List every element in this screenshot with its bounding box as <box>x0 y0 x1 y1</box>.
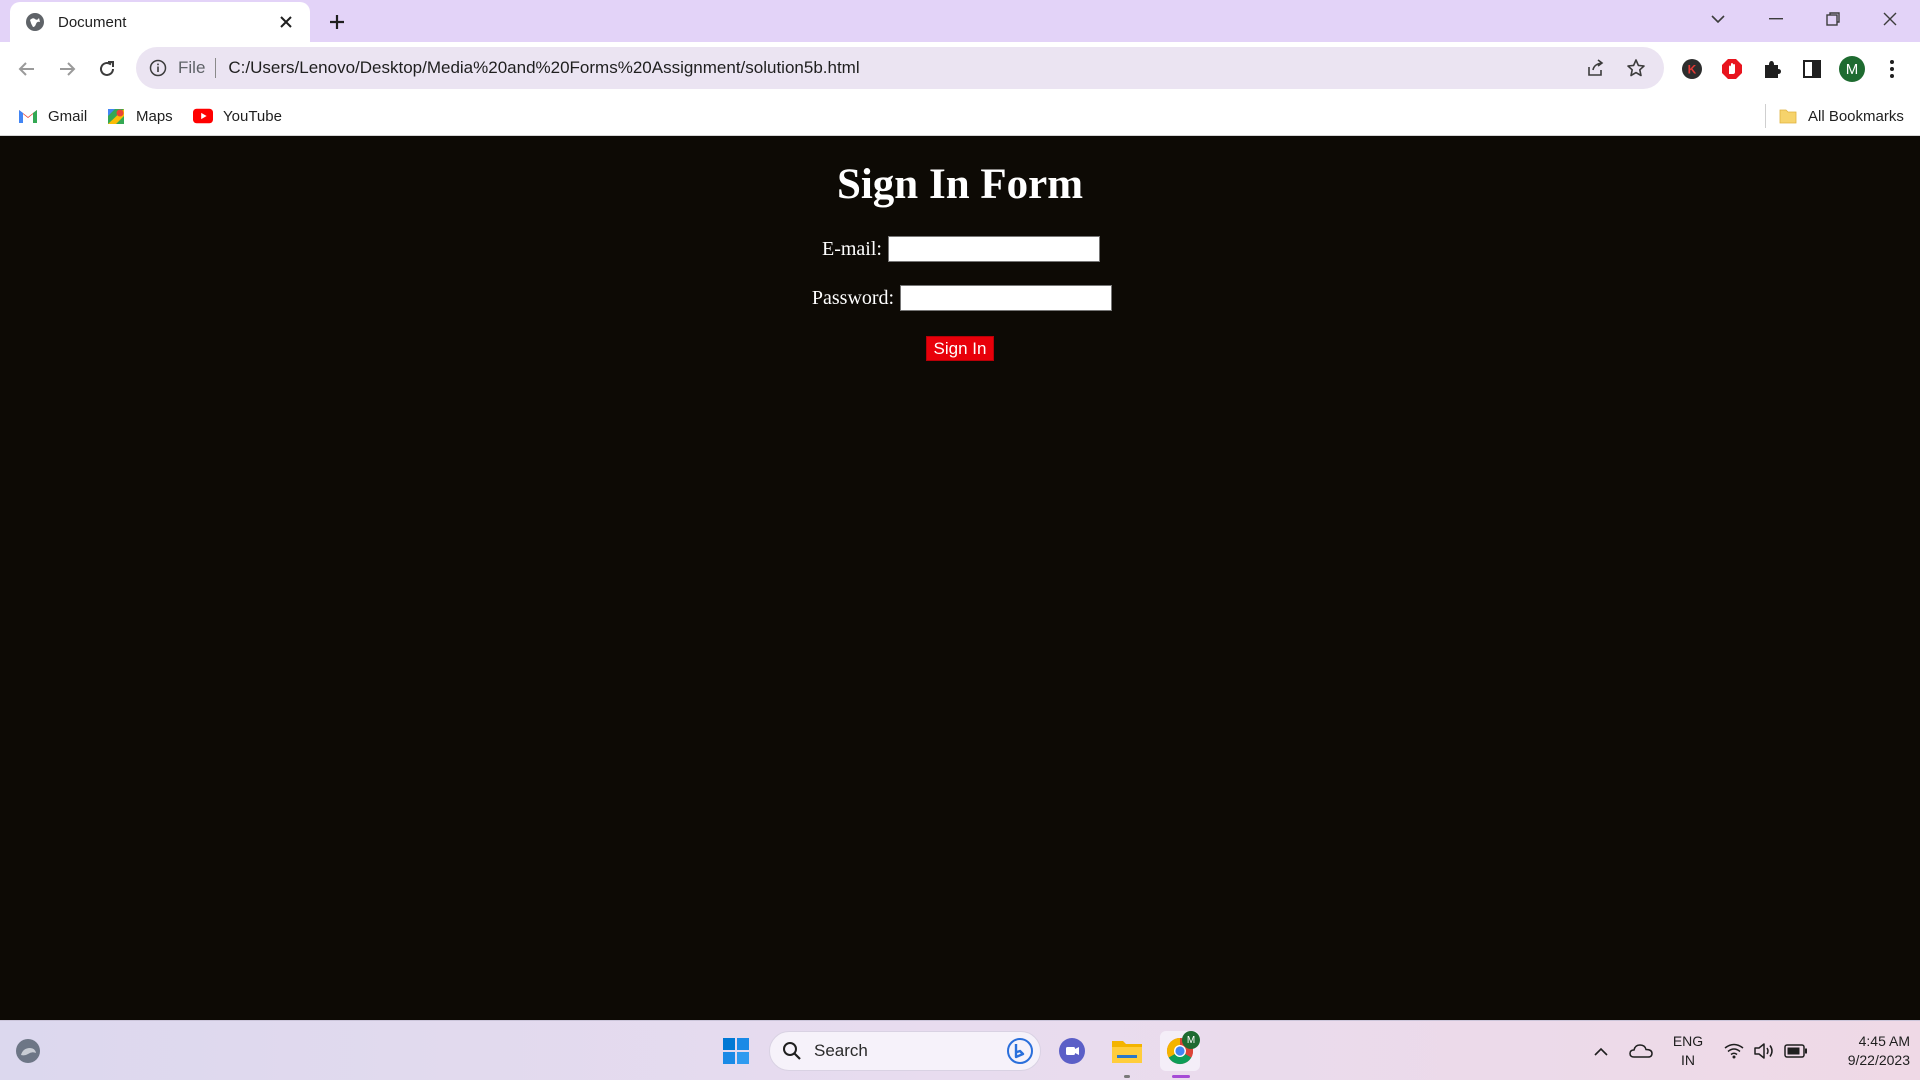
sign-in-button[interactable]: Sign In <box>926 336 994 361</box>
back-arrow-icon[interactable] <box>12 54 42 84</box>
tab-strip: Document <box>0 0 1920 42</box>
bookmarks-bar: Gmail Maps YouTube All Bookmarks <box>0 96 1920 136</box>
side-panel-icon[interactable] <box>1798 55 1826 83</box>
bookmark-star-icon[interactable] <box>1624 56 1648 80</box>
share-icon[interactable] <box>1584 56 1608 80</box>
chrome-active-indicator <box>1172 1075 1190 1078</box>
bookmark-label: YouTube <box>223 107 282 125</box>
wifi-icon[interactable] <box>1723 1039 1745 1063</box>
taskbar-search-box[interactable]: Search <box>769 1031 1041 1071</box>
show-hidden-icons-chevron[interactable] <box>1590 1039 1612 1063</box>
info-icon[interactable] <box>148 58 168 78</box>
bookmarks-divider <box>1765 104 1766 128</box>
url-text[interactable]: C:/Users/Lenovo/Desktop/Media%20and%20Fo… <box>228 58 1584 78</box>
all-bookmarks-label: All Bookmarks <box>1808 107 1904 125</box>
page-title: Sign In Form <box>836 161 1084 208</box>
file-explorer-icon[interactable] <box>1107 1031 1147 1071</box>
explorer-running-indicator <box>1124 1075 1130 1078</box>
bookmark-youtube[interactable]: YouTube <box>193 104 282 128</box>
volume-icon[interactable] <box>1752 1039 1776 1063</box>
lang-line2: IN <box>1681 1052 1695 1068</box>
clock-date: 9/22/2023 <box>1847 1052 1910 1068</box>
chrome-profile-badge: M <box>1182 1031 1200 1049</box>
bookmark-maps[interactable]: Maps <box>106 104 173 128</box>
tab-document[interactable]: Document <box>10 2 310 42</box>
email-label: E-mail: <box>822 237 882 260</box>
k-extension-icon[interactable]: K <box>1678 55 1706 83</box>
more-menu-icon[interactable] <box>1878 55 1906 83</box>
weather-icon[interactable] <box>8 1031 48 1071</box>
page-content: Sign In Form E-mail: Password: Sign In <box>0 136 1920 1020</box>
scheme-label: File <box>178 58 206 77</box>
tab-search-chevron-icon[interactable] <box>1690 0 1746 38</box>
chrome-taskbar-icon[interactable]: M <box>1160 1031 1200 1071</box>
windows-taskbar: Search M ENG IN 4:45 AM 9/22/2023 <box>0 1020 1920 1080</box>
address-separator <box>215 58 217 78</box>
reload-icon[interactable] <box>92 54 122 84</box>
minimize-button[interactable] <box>1748 0 1804 38</box>
bookmark-label: Maps <box>136 107 173 125</box>
svg-text:K: K <box>1688 63 1697 77</box>
system-clock[interactable]: 4:45 AM 9/22/2023 <box>1810 1032 1910 1070</box>
forward-arrow-icon[interactable] <box>52 54 82 84</box>
globe-icon <box>26 13 44 31</box>
folder-icon <box>1778 106 1798 126</box>
start-button[interactable] <box>716 1031 756 1071</box>
language-indicator[interactable]: ENG IN <box>1660 1032 1716 1070</box>
adblock-icon[interactable] <box>1718 55 1746 83</box>
email-field[interactable] <box>887 236 1100 262</box>
password-row: Password: <box>0 285 1920 311</box>
submit-row: Sign In <box>0 336 1920 361</box>
restore-button[interactable] <box>1805 0 1861 38</box>
browser-toolbar: File C:/Users/Lenovo/Desktop/Media%20and… <box>0 42 1920 96</box>
address-bar[interactable]: File C:/Users/Lenovo/Desktop/Media%20and… <box>136 47 1664 89</box>
close-tab-icon[interactable] <box>276 12 296 32</box>
teams-chat-icon[interactable] <box>1052 1031 1092 1071</box>
search-label: Search <box>814 1041 868 1060</box>
gmail-icon <box>18 106 38 126</box>
tab-title: Document <box>58 13 127 31</box>
profile-avatar[interactable]: M <box>1838 55 1866 83</box>
password-label: Password: <box>811 286 895 309</box>
battery-icon[interactable] <box>1783 1039 1809 1063</box>
all-bookmarks-button[interactable]: All Bookmarks <box>1778 104 1904 128</box>
new-tab-button[interactable] <box>322 9 352 35</box>
search-icon <box>782 1041 802 1061</box>
bing-icon[interactable] <box>1006 1037 1034 1065</box>
close-window-button[interactable] <box>1862 0 1918 38</box>
password-field[interactable] <box>900 285 1113 311</box>
bookmark-gmail[interactable]: Gmail <box>18 104 87 128</box>
email-row: E-mail: <box>0 236 1920 262</box>
bookmark-label: Gmail <box>48 107 88 125</box>
onedrive-cloud-icon[interactable] <box>1628 1039 1654 1063</box>
lang-line1: ENG <box>1672 1033 1704 1049</box>
profile-initial: M <box>1845 60 1859 78</box>
clock-time: 4:45 AM <box>1858 1033 1910 1049</box>
puzzle-icon[interactable] <box>1758 55 1786 83</box>
youtube-icon <box>193 106 213 126</box>
maps-icon <box>106 106 126 126</box>
